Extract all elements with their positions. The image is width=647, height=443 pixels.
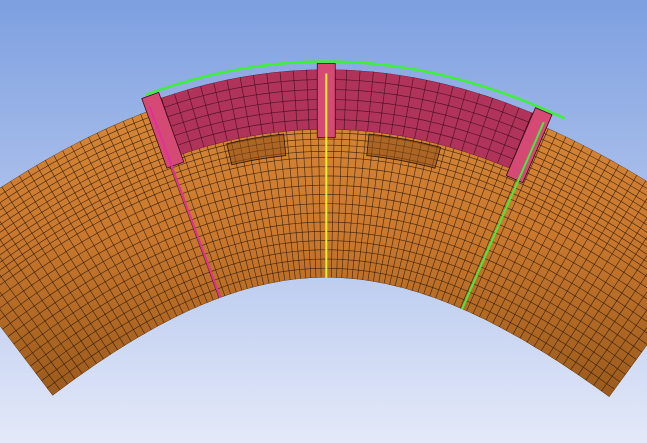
graphics-viewport[interactable] [0, 0, 647, 443]
mesh-3d-view[interactable] [0, 0, 647, 443]
